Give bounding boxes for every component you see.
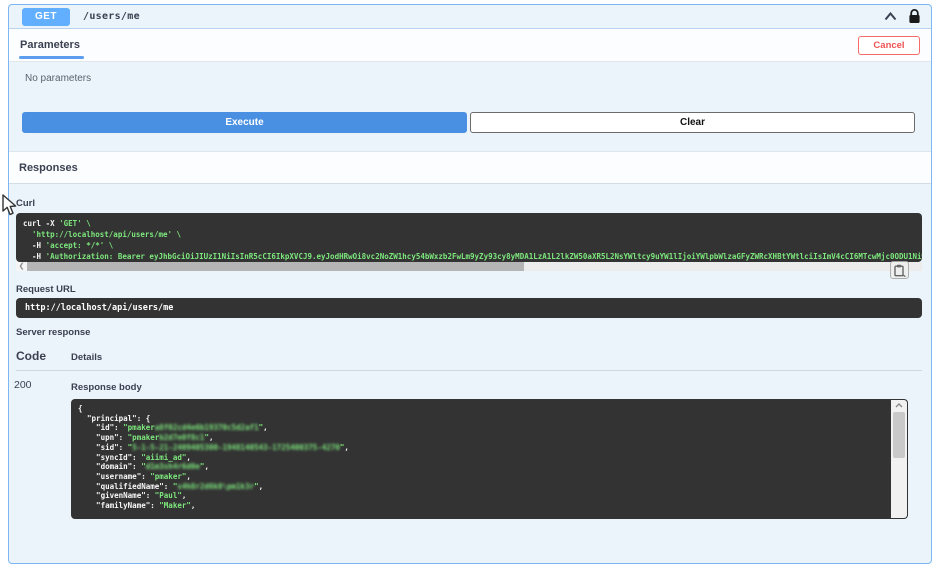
execute-button[interactable]: Execute [22, 112, 467, 133]
response-body-block: { "principal": { "id": "pmakera8f02cd4e6… [71, 399, 908, 519]
no-parameters-text: No parameters [25, 73, 92, 84]
response-row-200: 200 Response body { "principal": { "id":… [14, 378, 931, 519]
execute-row: Execute Clear [22, 112, 915, 133]
mouse-cursor-icon [1, 194, 18, 222]
endpoint-path: /users/me [83, 11, 140, 22]
scrollbar-thumb[interactable] [27, 262, 524, 271]
operation-summary-bar[interactable]: GET /users/me [9, 5, 931, 29]
responses-title: Responses [19, 161, 78, 174]
scrollbar-left-arrow-icon[interactable]: ❮ [16, 262, 27, 271]
parameters-section-header: Parameters Cancel [9, 29, 931, 62]
operation-block-get-users-me: GET /users/me Parameters Cancel No param… [8, 4, 932, 564]
auth-lock-icon[interactable] [905, 8, 923, 26]
server-response-label: Server response [16, 327, 91, 338]
response-body-label: Response body [71, 382, 142, 393]
response-details-cell: Response body { "principal": { "id": "pm… [71, 378, 931, 519]
request-url-label: Request URL [16, 284, 76, 295]
response-table-header: Code Details [16, 349, 931, 363]
scrollbar-up-arrow-icon[interactable] [891, 400, 907, 411]
http-method-badge: GET [22, 7, 70, 26]
clear-button[interactable]: Clear [470, 112, 915, 133]
curl-label: Curl [16, 198, 35, 209]
responses-section-header: Responses [9, 151, 931, 184]
curl-horizontal-scrollbar[interactable]: ❮ [16, 262, 922, 271]
collapse-chevron-up-icon[interactable] [881, 8, 899, 26]
request-url-value: http://localhost/api/users/me [16, 298, 922, 318]
response-body-json: { "principal": { "id": "pmakera8f02cd4e6… [71, 399, 908, 519]
scrollbar-thumb[interactable] [893, 412, 905, 458]
response-vertical-scrollbar[interactable] [891, 400, 907, 518]
code-column-header: Code [16, 349, 46, 363]
status-code: 200 [14, 379, 32, 391]
copy-to-clipboard-icon[interactable] [890, 261, 909, 279]
curl-block: curl -X 'GET' \ 'http://localhost/api/us… [16, 213, 922, 279]
cancel-button[interactable]: Cancel [858, 35, 920, 55]
details-column-header: Details [71, 352, 103, 363]
table-divider [16, 370, 922, 371]
tab-parameters[interactable]: Parameters [19, 39, 84, 59]
curl-command: curl -X 'GET' \ 'http://localhost/api/us… [16, 213, 922, 262]
